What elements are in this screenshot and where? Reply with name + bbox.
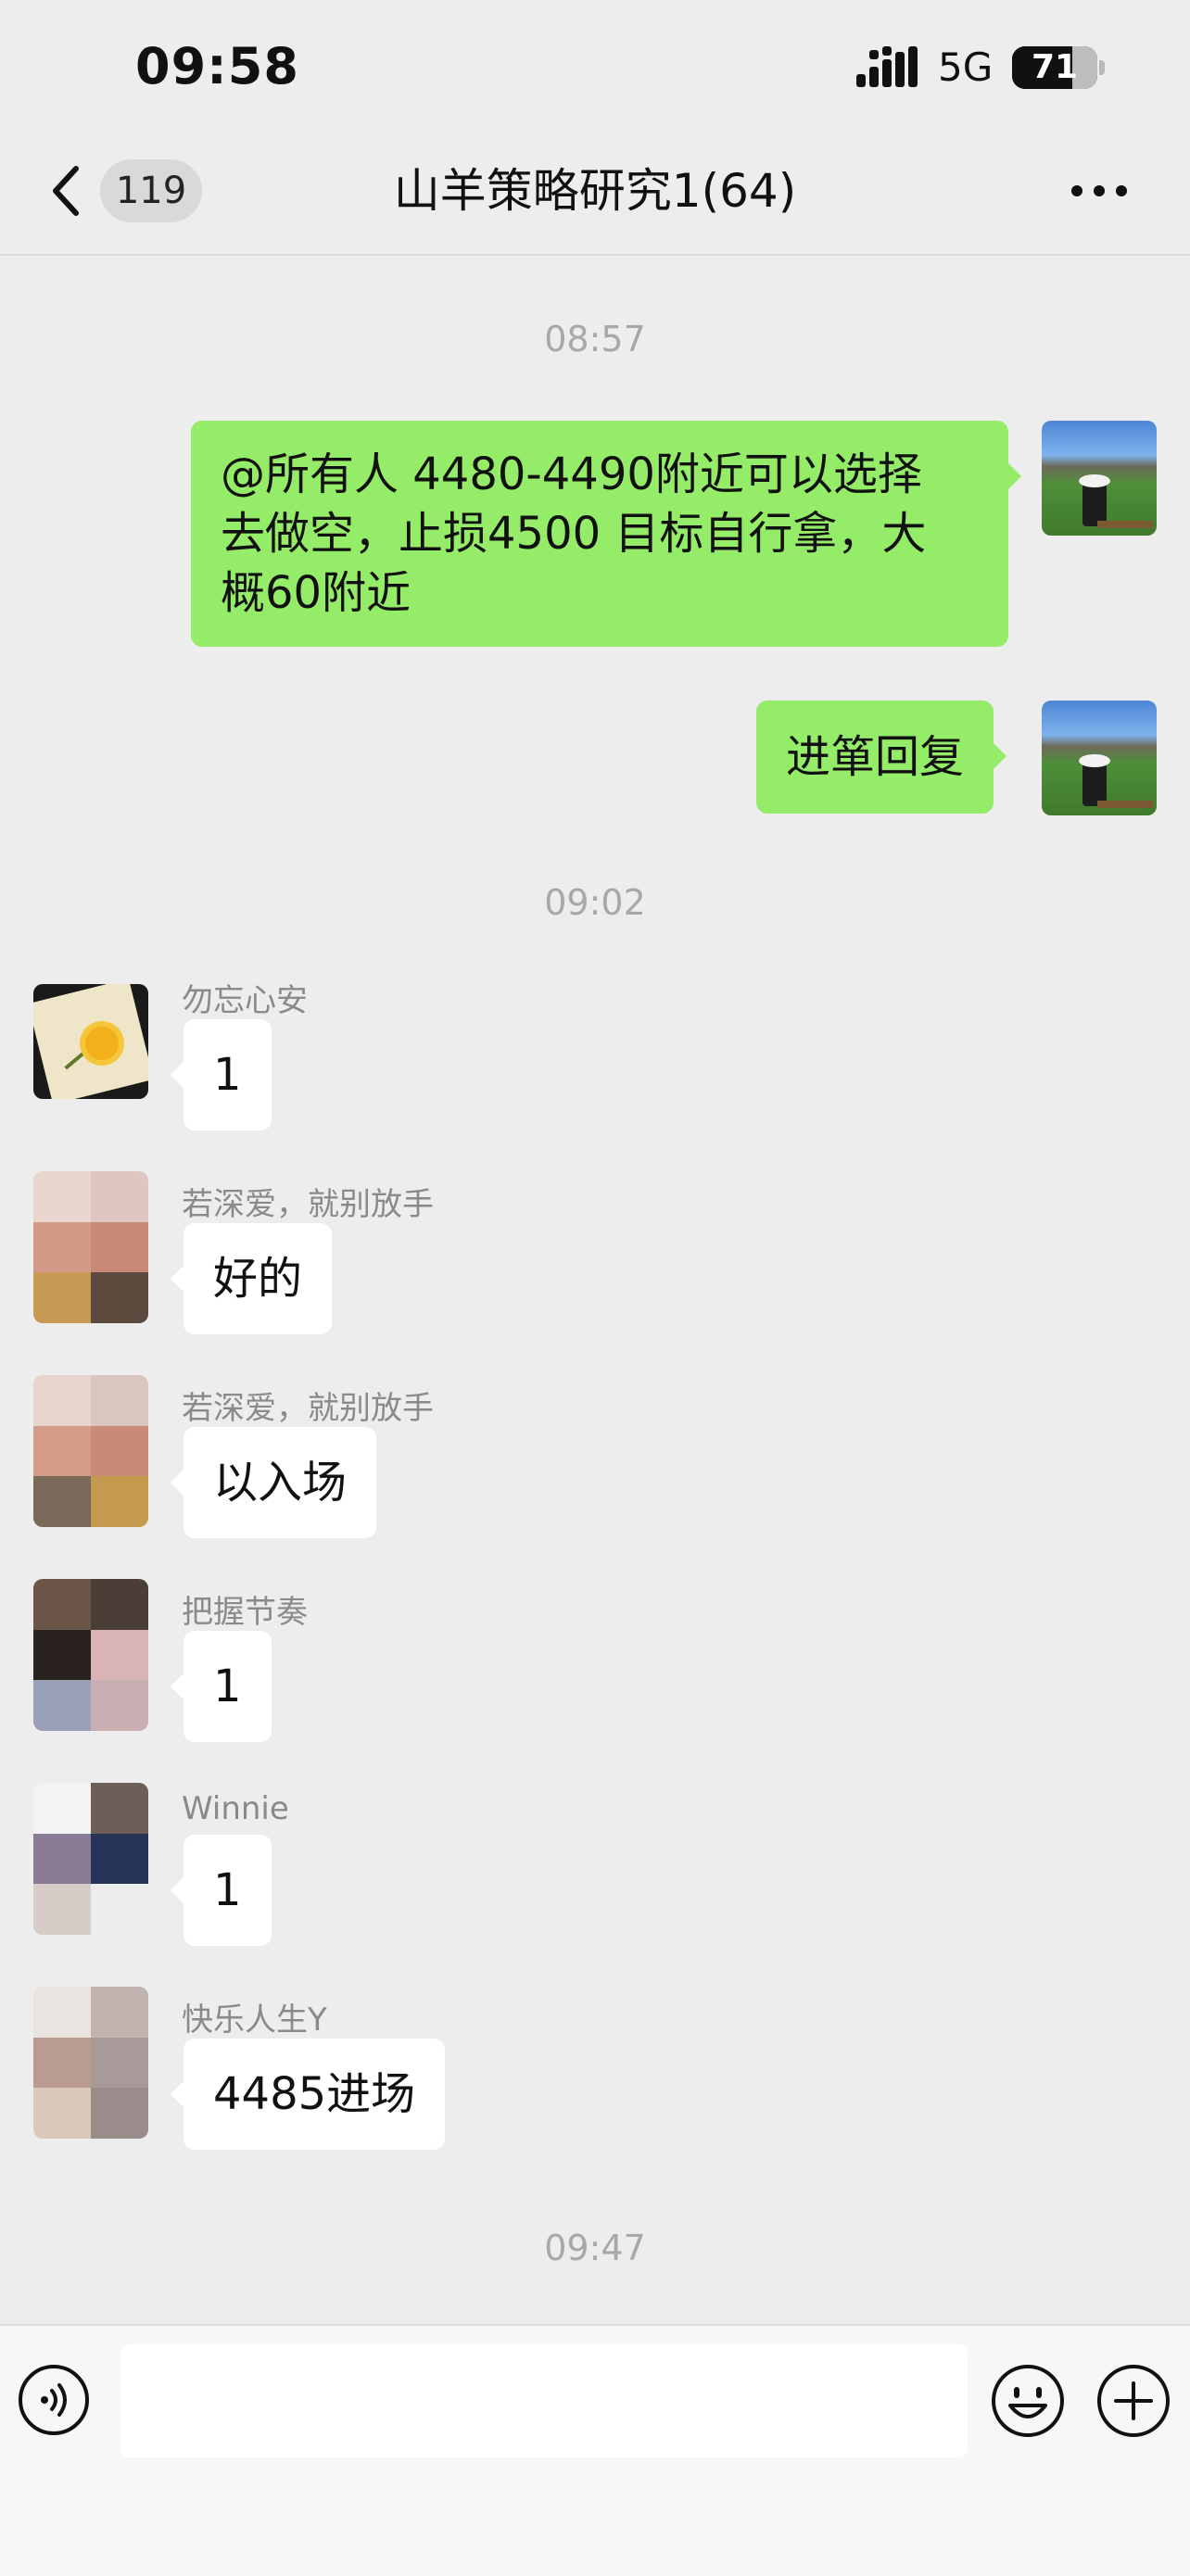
- avatar-hat: [1079, 474, 1110, 487]
- timestamp: 09:47: [544, 2228, 646, 2268]
- unread-count-badge[interactable]: 119: [100, 159, 202, 222]
- message-bubble[interactable]: 1: [171, 1019, 272, 1130]
- avatar-hat: [1079, 754, 1110, 767]
- chevron-left-icon[interactable]: [44, 163, 91, 219]
- sender-name: 把握节奏: [182, 1594, 308, 1631]
- sender-name: 若深爱，就别放手: [182, 1186, 434, 1223]
- user-avatar[interactable]: [33, 1375, 148, 1527]
- timestamp: 09:02: [544, 882, 646, 923]
- sender-name: Winnie: [182, 1790, 289, 1827]
- user-avatar[interactable]: [33, 1579, 148, 1731]
- my-avatar[interactable]: [1042, 701, 1157, 815]
- message-input[interactable]: [120, 2344, 968, 2457]
- my-avatar[interactable]: [1042, 421, 1157, 536]
- my-message-bubble[interactable]: @所有人 4480-4490附近可以选择 去做空，止损4500 目标自行拿，大 …: [191, 421, 1021, 647]
- sender-name: 快乐人生Y: [182, 2001, 327, 2039]
- avatar-bench: [1097, 801, 1153, 808]
- user-avatar[interactable]: [33, 1783, 148, 1935]
- more-dots-icon[interactable]: [1070, 182, 1129, 200]
- chat-title: 山羊策略研究1(64): [393, 164, 797, 218]
- sender-name: 若深爱，就别放手: [182, 1390, 434, 1427]
- network-type: 5G: [938, 44, 994, 90]
- message-bubble[interactable]: 1: [171, 1631, 272, 1742]
- plus-icon[interactable]: [1095, 2363, 1171, 2439]
- voice-icon[interactable]: [17, 2363, 91, 2437]
- message-line: 概60附近: [221, 567, 411, 619]
- message-bubble[interactable]: 以入场: [170, 1427, 377, 1538]
- message-line: @所有人 4480-4490附近可以选择: [221, 448, 922, 500]
- message-bubble[interactable]: 1: [171, 1835, 272, 1946]
- battery-icon: 71: [1012, 46, 1097, 89]
- message-line: 去做空，止损4500 目标自行拿，大: [221, 508, 927, 560]
- emoji-icon[interactable]: [990, 2363, 1066, 2439]
- user-avatar[interactable]: [33, 1171, 148, 1323]
- sender-name: 勿忘心安: [182, 982, 308, 1019]
- battery-tip: [1099, 60, 1105, 75]
- user-avatar[interactable]: [33, 1987, 148, 2139]
- signal-icon: [856, 46, 918, 87]
- timestamp: 08:57: [544, 319, 646, 360]
- message-bubble[interactable]: 好的: [170, 1223, 333, 1334]
- status-time: 09:58: [135, 37, 299, 95]
- my-message-bubble[interactable]: 进箪回复: [756, 701, 1007, 814]
- user-avatar[interactable]: [33, 984, 148, 1099]
- avatar-bench: [1097, 521, 1153, 528]
- message-bubble[interactable]: 4485进场: [170, 2039, 446, 2150]
- avatar-flower: [85, 1027, 119, 1060]
- battery-level: 71: [1031, 48, 1079, 86]
